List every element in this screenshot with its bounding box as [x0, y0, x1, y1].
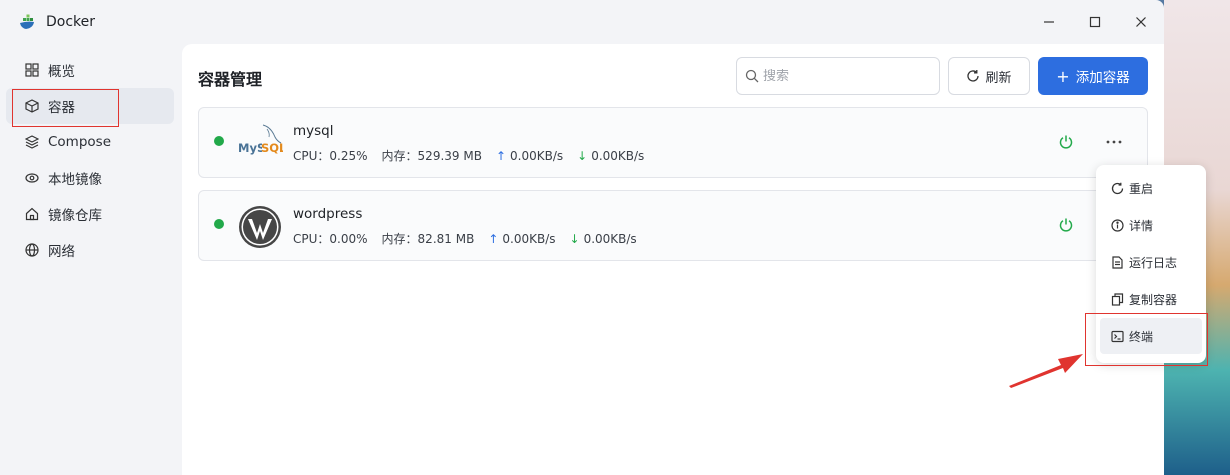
arrow-up-icon: ↑ — [495, 148, 506, 163]
menu-item-logs[interactable]: 运行日志 — [1100, 244, 1202, 280]
close-button[interactable] — [1118, 0, 1164, 44]
menu-item-label: 详情 — [1129, 218, 1154, 233]
mem-value: 529.39 MB — [417, 148, 482, 163]
container-card-wordpress[interactable]: wordpress CPU： 0.00% 内存： 82.81 MB ↑ 0.00… — [198, 190, 1148, 261]
sidebar-item-overview[interactable]: 概览 — [6, 52, 174, 88]
sidebar: 概览 容器 Compose 本地镜像 镜像仓库 网络 — [0, 52, 182, 268]
globe-icon — [24, 242, 40, 258]
log-file-icon — [1110, 255, 1124, 269]
container-card-mysql[interactable]: MySQL SQL mysql CPU： 0.25% 内存： 529.39 MB… — [198, 107, 1148, 178]
download-rate: 0.00KB/s — [583, 231, 637, 246]
refresh-button[interactable]: 刷新 — [948, 57, 1030, 95]
menu-item-details[interactable]: 详情 — [1100, 207, 1202, 243]
cpu-label: CPU： — [293, 232, 330, 246]
cpu-value: 0.25% — [329, 148, 368, 163]
sidebar-item-image-registry[interactable]: 镜像仓库 — [6, 196, 174, 232]
status-running-dot — [214, 219, 224, 229]
menu-item-label: 重启 — [1129, 181, 1154, 196]
upload-rate: 0.00KB/s — [502, 231, 556, 246]
download-rate: 0.00KB/s — [591, 148, 645, 163]
menu-item-label: 运行日志 — [1129, 255, 1178, 270]
window-controls — [1026, 0, 1164, 44]
mem-value: 82.81 MB — [417, 231, 475, 246]
sidebar-item-label: Compose — [48, 134, 112, 150]
app-title: Docker — [46, 14, 96, 30]
mem-label: 内存： — [381, 149, 418, 163]
highlight-box-containers — [12, 89, 119, 127]
add-container-button[interactable]: + 添加容器 — [1038, 57, 1148, 95]
power-icon — [1059, 218, 1073, 232]
layers-icon — [24, 134, 40, 150]
eye-icon — [24, 170, 40, 186]
page-title: 容器管理 — [198, 70, 263, 89]
red-arrow-annotation — [1009, 354, 1083, 388]
minimize-icon — [1044, 21, 1054, 23]
minimize-button[interactable] — [1026, 0, 1072, 44]
more-horizontal-icon — [1106, 140, 1122, 144]
search-icon — [745, 69, 759, 83]
maximize-button[interactable] — [1072, 0, 1118, 44]
maximize-icon — [1089, 16, 1101, 28]
plus-icon: + — [1056, 66, 1070, 86]
search-box[interactable] — [736, 57, 940, 95]
sidebar-item-local-images[interactable]: 本地镜像 — [6, 160, 174, 196]
power-button[interactable] — [1056, 215, 1076, 235]
menu-item-copy-container[interactable]: 复制容器 — [1100, 281, 1202, 317]
container-name: wordpress — [293, 206, 363, 222]
power-icon — [1059, 135, 1073, 149]
restart-icon — [1110, 181, 1124, 195]
info-icon — [1110, 218, 1124, 232]
docker-window: Docker 概览 容器 Compose 本地镜像 镜像仓库 网络 容器管理 搜… — [0, 0, 1164, 475]
upload-rate: 0.00KB/s — [510, 148, 564, 163]
menu-item-label: 复制容器 — [1129, 292, 1178, 307]
sidebar-item-network[interactable]: 网络 — [6, 232, 174, 268]
title-bar: Docker — [0, 0, 1164, 44]
status-running-dot — [214, 136, 224, 146]
main-content: 容器管理 刷新 + 添加容器 MySQL SQL mysql — [182, 44, 1164, 475]
sidebar-item-label: 概览 — [48, 64, 75, 80]
mysql-logo: MySQL SQL — [238, 124, 283, 155]
svg-text:SQL: SQL — [261, 141, 283, 155]
power-button[interactable] — [1056, 132, 1076, 152]
add-container-label: 添加容器 — [1075, 70, 1130, 86]
sidebar-item-label: 网络 — [48, 244, 75, 260]
cpu-label: CPU： — [293, 149, 330, 163]
arrow-down-icon: ↓ — [569, 231, 580, 246]
home-icon — [24, 206, 40, 222]
mem-label: 内存： — [381, 232, 418, 246]
grid-icon — [24, 62, 40, 78]
sidebar-item-compose[interactable]: Compose — [6, 124, 174, 160]
close-icon — [1136, 17, 1146, 27]
highlight-box-terminal — [1085, 313, 1208, 366]
refresh-label: 刷新 — [985, 70, 1012, 86]
arrow-up-icon: ↑ — [488, 231, 499, 246]
container-stats: CPU： 0.00% 内存： 82.81 MB ↑ 0.00KB/s ↓ 0.0… — [293, 230, 637, 247]
sidebar-item-label: 本地镜像 — [48, 172, 102, 188]
copy-icon — [1110, 292, 1124, 306]
docker-whale-icon — [20, 14, 34, 29]
sidebar-item-label: 镜像仓库 — [48, 208, 102, 224]
wordpress-logo — [239, 206, 281, 248]
container-name: mysql — [293, 123, 334, 139]
menu-item-restart[interactable]: 重启 — [1100, 170, 1202, 206]
search-input[interactable] — [763, 68, 933, 84]
refresh-icon — [966, 69, 980, 83]
container-stats: CPU： 0.25% 内存： 529.39 MB ↑ 0.00KB/s ↓ 0.… — [293, 147, 644, 164]
cpu-value: 0.00% — [329, 231, 368, 246]
arrow-down-icon: ↓ — [577, 148, 588, 163]
more-options-button[interactable] — [1104, 132, 1124, 152]
